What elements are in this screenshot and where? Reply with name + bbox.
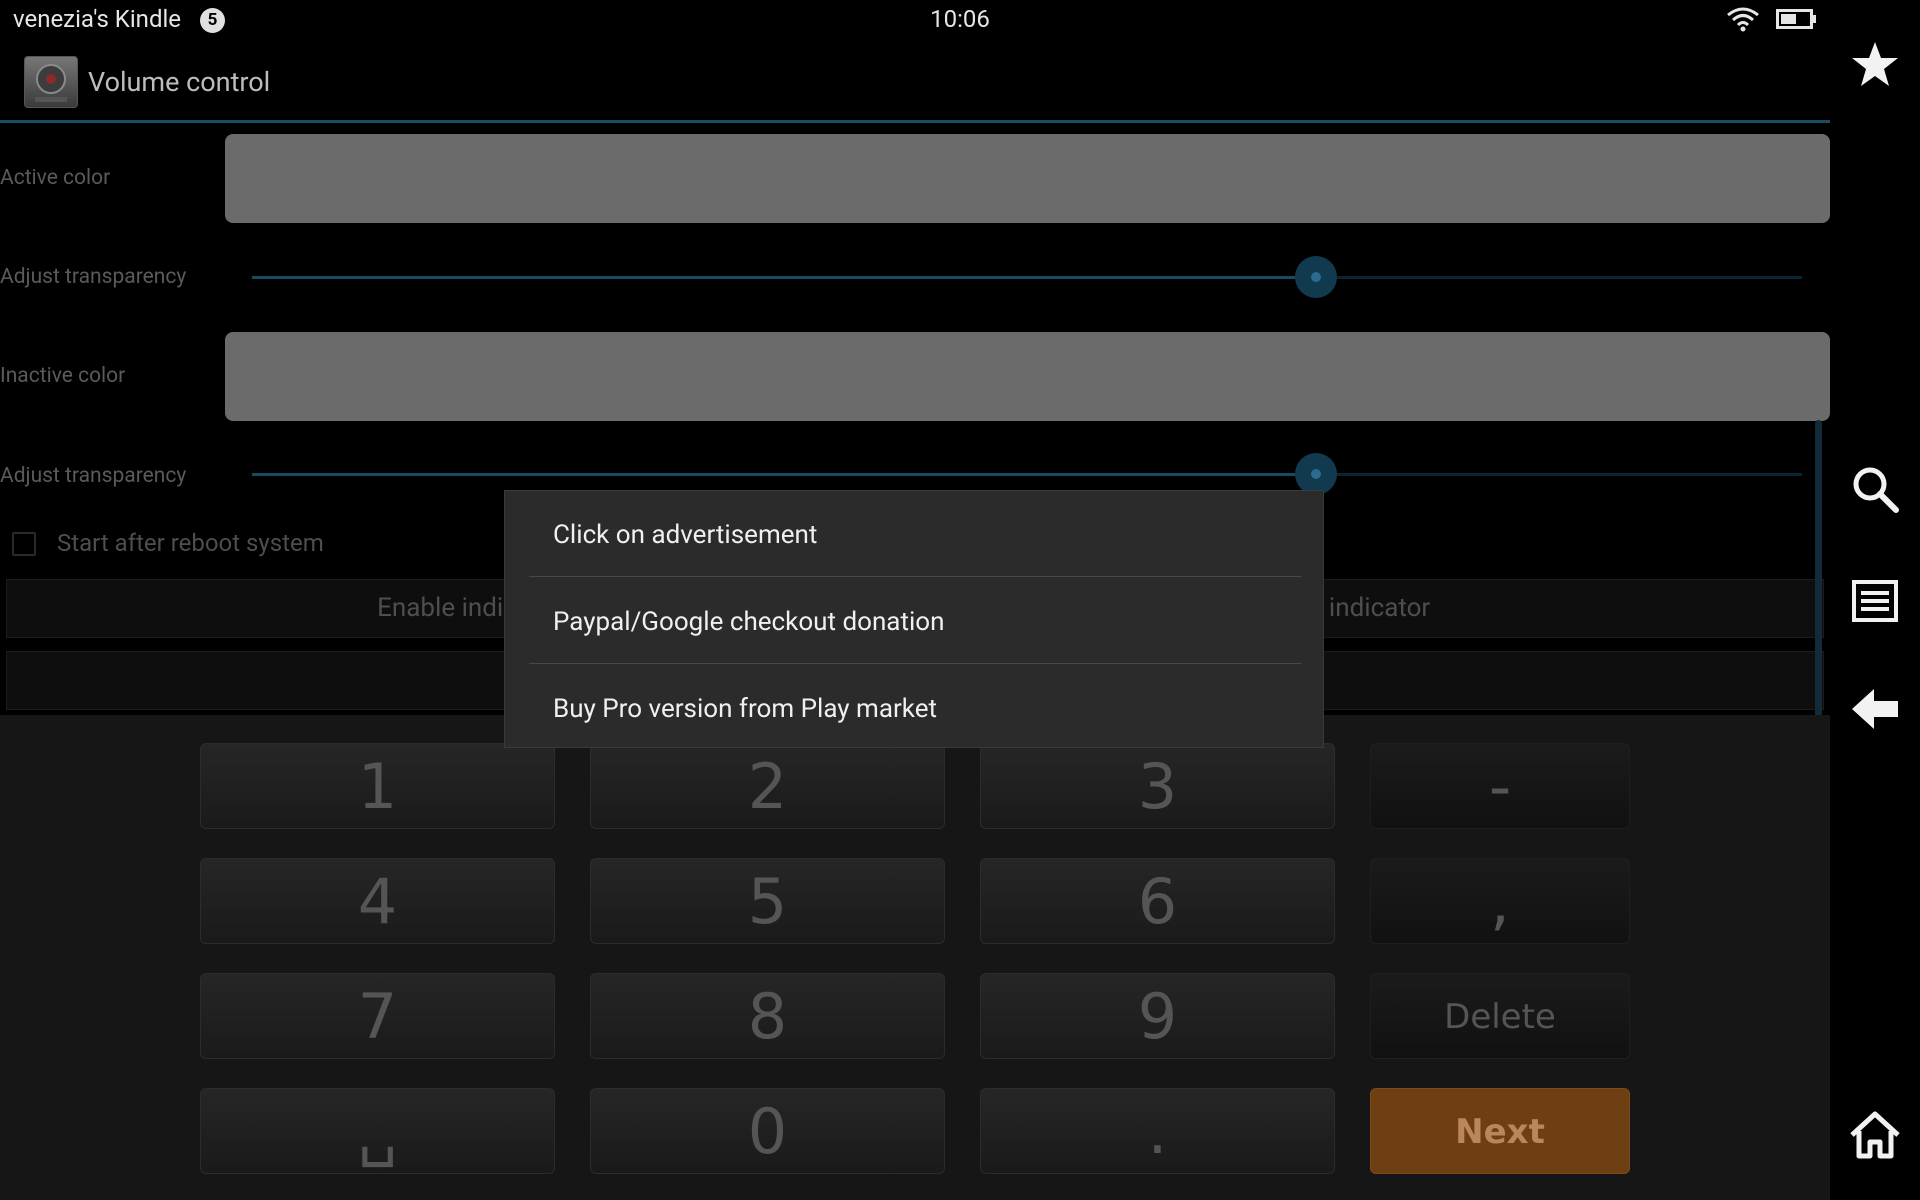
slider-thumb[interactable] (1295, 453, 1337, 495)
back-arrow-icon[interactable] (1848, 682, 1902, 736)
transparency-label-2: Adjust transparency (0, 464, 187, 488)
start-after-reboot-checkbox[interactable] (12, 532, 36, 556)
key-7[interactable]: 7 (200, 973, 555, 1059)
slider-fill (252, 276, 1316, 279)
key-1[interactable]: 1 (200, 743, 555, 829)
key-0[interactable]: 0 (590, 1088, 945, 1174)
key-9[interactable]: 9 (980, 973, 1335, 1059)
star-icon[interactable] (1848, 38, 1902, 92)
delete-key[interactable]: Delete (1370, 973, 1630, 1059)
key-5[interactable]: 5 (590, 858, 945, 944)
device-name: venezia's Kindle (13, 5, 182, 33)
app-icon[interactable] (24, 56, 78, 108)
start-after-reboot-label: Start after reboot system (57, 529, 324, 557)
key-6[interactable]: 6 (980, 858, 1335, 944)
key-period[interactable]: . (980, 1088, 1335, 1174)
key-4[interactable]: 4 (200, 858, 555, 944)
volume-knob-icon (35, 64, 67, 102)
menu-divider (529, 576, 1301, 577)
active-color-swatch[interactable] (225, 134, 1830, 223)
donation-popup-menu: Click on advertisement Paypal/Google che… (504, 490, 1324, 748)
slider-thumb[interactable] (1295, 256, 1337, 298)
notification-badge[interactable]: 5 (200, 8, 225, 33)
key-2[interactable]: 2 (590, 743, 945, 829)
menu-icon[interactable] (1848, 574, 1902, 628)
clock: 10:06 (930, 5, 990, 33)
menu-item-buy-pro[interactable]: Buy Pro version from Play market (553, 674, 1313, 744)
app-screen: venezia's Kindle 5 10:06 Volume control … (0, 0, 1830, 1200)
menu-item-donation[interactable]: Paypal/Google checkout donation (553, 587, 1313, 657)
app-title: Volume control (88, 66, 271, 98)
navigation-bar (1830, 0, 1920, 1200)
active-color-label: Active color (0, 166, 111, 190)
space-key[interactable]: ␣ (200, 1088, 555, 1174)
transparency-label-1: Adjust transparency (0, 265, 187, 289)
next-key[interactable]: Next (1370, 1088, 1630, 1174)
wifi-icon (1727, 7, 1759, 32)
key-8[interactable]: 8 (590, 973, 945, 1059)
key-minus[interactable]: - (1370, 743, 1630, 829)
inactive-color-swatch[interactable] (225, 332, 1830, 421)
transparency-slider-1[interactable] (252, 256, 1802, 298)
slider-fill (252, 473, 1316, 476)
menu-divider (529, 663, 1301, 664)
action-bar-divider (0, 120, 1830, 123)
key-3[interactable]: 3 (980, 743, 1335, 829)
search-icon[interactable] (1848, 462, 1902, 516)
home-icon[interactable] (1848, 1108, 1902, 1162)
inactive-color-label: Inactive color (0, 364, 126, 388)
slider-thumb-dot (1311, 272, 1321, 282)
slider-thumb-dot (1311, 469, 1321, 479)
transparency-slider-2[interactable] (252, 453, 1802, 495)
enable-indicator-label: Enable indic (377, 593, 517, 623)
menu-item-advertisement[interactable]: Click on advertisement (553, 500, 1313, 570)
key-comma[interactable]: , (1370, 858, 1630, 944)
battery-icon (1776, 9, 1816, 29)
